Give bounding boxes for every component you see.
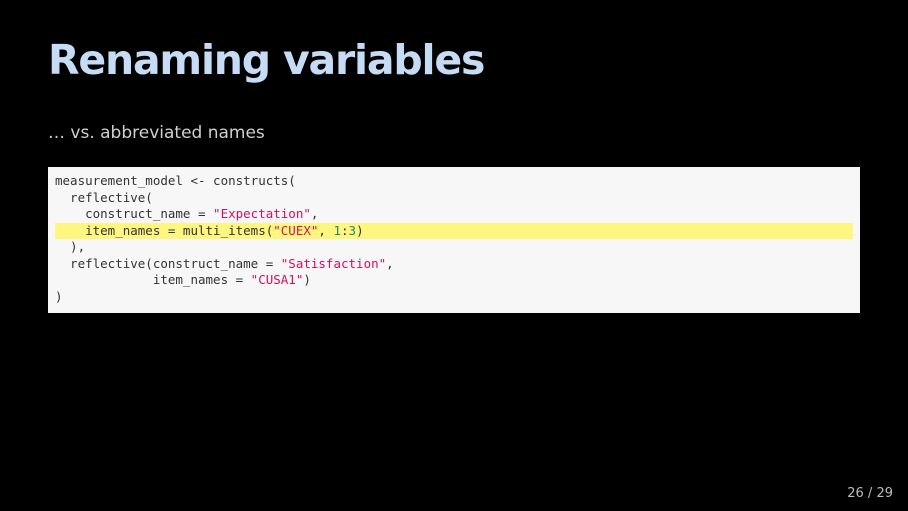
page-separator: / xyxy=(863,486,877,501)
code-token-string: "CUSA1" xyxy=(250,272,304,287)
code-line-highlighted: item_names = multi_items("CUEX", 1:3) xyxy=(55,222,853,239)
code-content: measurement_model <- constructs( reflect… xyxy=(55,173,853,305)
code-token-string: "Satisfaction" xyxy=(280,255,387,271)
code-token-plain: ) xyxy=(356,222,364,238)
slide-title: Renaming variables xyxy=(48,36,485,84)
code-token-plain: ), xyxy=(55,239,86,254)
code-token-plain: : xyxy=(341,222,349,238)
code-token-plain: construct_name = xyxy=(55,206,214,221)
code-token-number: 3 xyxy=(348,222,357,238)
code-line: measurement_model <- constructs( xyxy=(55,173,853,190)
page-number: 26 / 29 xyxy=(847,486,893,501)
code-token-plain: , xyxy=(310,206,319,221)
code-token-plain: item_names = xyxy=(55,272,251,287)
page-current: 26 xyxy=(847,486,864,501)
code-token-string: "CUEX" xyxy=(273,222,319,238)
code-token-plain: item_names = multi_items( xyxy=(55,222,274,238)
code-token-plain: , xyxy=(318,222,334,238)
code-block: measurement_model <- constructs( reflect… xyxy=(48,167,860,313)
code-token-plain: measurement_model <- constructs( xyxy=(55,173,296,188)
code-line: reflective( xyxy=(55,190,853,207)
code-line: item_names = "CUSA1") xyxy=(55,272,853,289)
code-token-string: "Expectation" xyxy=(213,206,311,221)
code-line: ), xyxy=(55,239,853,256)
code-token-number: 1 xyxy=(333,222,341,238)
slide-subtitle: … vs. abbreviated names xyxy=(48,123,265,143)
code-line: construct_name = "Expectation", xyxy=(55,206,853,223)
page-total: 29 xyxy=(876,486,893,501)
code-token-plain: , xyxy=(386,255,394,271)
code-line: reflective(construct_name = "Satisfactio… xyxy=(55,256,853,273)
code-token-plain: ) xyxy=(55,288,63,304)
code-line: ) xyxy=(55,289,853,306)
code-token-plain: reflective(construct_name = xyxy=(55,255,281,271)
code-token-plain: reflective( xyxy=(55,189,153,205)
code-token-plain: ) xyxy=(303,272,311,287)
